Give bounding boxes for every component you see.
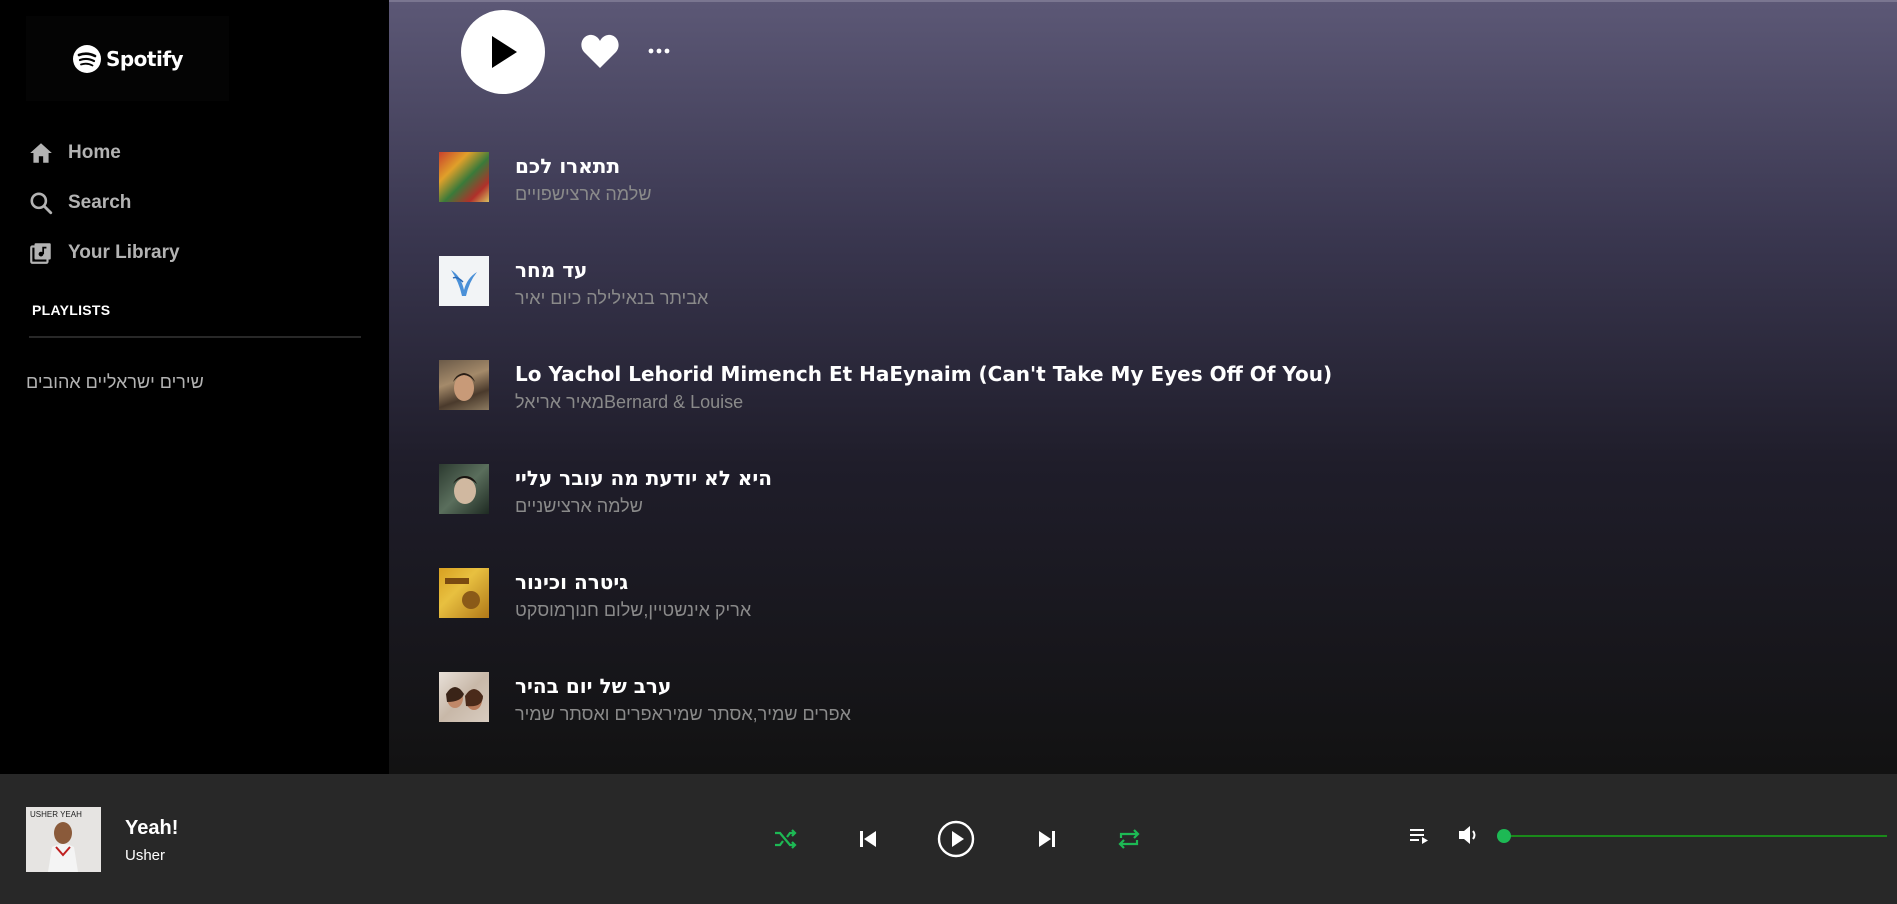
sidebar: Spotify Home Search Your Library PLAYLIS…: [0, 0, 389, 774]
nav-search-label: Search: [68, 192, 132, 213]
play-pause-button[interactable]: [937, 820, 975, 858]
couple-image: [446, 687, 483, 710]
playlists-divider: [29, 336, 361, 338]
track-row[interactable]: היא לא יודעת מה עובר עליי שלמה ארצישניים: [439, 456, 1639, 536]
track-row[interactable]: תתארו לכם שלמה ארצישפויים: [439, 144, 1639, 224]
track-row[interactable]: Lo Yachol Lehorid Mimench Et HaEynaim (C…: [439, 352, 1639, 432]
volume-slider-track[interactable]: [1505, 835, 1887, 837]
bird-image: [451, 270, 477, 296]
track-artist[interactable]: מאיר אריאלBernard & Louise: [515, 392, 743, 413]
track-title: ערב של יום בהיר: [515, 674, 672, 698]
track-artist[interactable]: אפרים שמיר,אסתר שמיראפרים ואסתר שמיר: [515, 704, 851, 725]
queue-icon[interactable]: [1407, 824, 1431, 848]
portrait-image: [453, 476, 477, 504]
previous-icon[interactable]: [857, 828, 879, 850]
track-title: עד מחר: [515, 258, 588, 282]
track-cover: [439, 256, 489, 306]
now-playing-title[interactable]: Yeah!: [125, 817, 178, 840]
main-content: תתארו לכם שלמה ארצישפויים עד מחר אביתר ב…: [389, 0, 1897, 774]
track-cover: [439, 568, 489, 618]
nav-home-label: Home: [68, 142, 121, 163]
track-cover: [439, 360, 489, 410]
more-options-icon[interactable]: [647, 42, 671, 60]
library-icon: [30, 243, 51, 264]
track-title: תתארו לכם: [515, 154, 621, 178]
next-icon[interactable]: [1036, 828, 1058, 850]
album-art-image: [445, 578, 480, 609]
top-border: [389, 0, 1897, 2]
play-icon: [492, 36, 517, 68]
shuffle-icon[interactable]: [772, 826, 798, 852]
track-row[interactable]: גיטרה וכינור אריק אינשטיין,שלום חנוךמוסק…: [439, 560, 1639, 640]
spotify-logo-icon: [72, 44, 101, 73]
home-icon: [30, 143, 52, 163]
track-row[interactable]: עד מחר אביתר בנאילילה כיום יאיר: [439, 248, 1639, 328]
logo-text: Spotify: [105, 46, 184, 71]
track-artist[interactable]: שלמה ארצישניים: [515, 496, 643, 517]
track-cover: [439, 672, 489, 722]
nav-search[interactable]: Search: [28, 178, 180, 228]
track-row[interactable]: ערב של יום בהיר אפרים שמיר,אסתר שמיראפרי…: [439, 664, 1639, 744]
play-playlist-button[interactable]: [461, 10, 545, 94]
playlists-header: PLAYLISTS: [32, 302, 111, 318]
heart-icon[interactable]: [580, 32, 620, 70]
track-artist[interactable]: שלמה ארצישפויים: [515, 184, 652, 205]
nav-library-label: Your Library: [68, 242, 180, 263]
repeat-icon[interactable]: [1116, 826, 1142, 852]
now-playing-cover: USHER YEAH: [26, 807, 101, 872]
now-playing-artist[interactable]: Usher: [125, 847, 165, 864]
main-nav: Home Search Your Library: [28, 128, 180, 278]
nav-home[interactable]: Home: [28, 128, 180, 178]
playlist-item[interactable]: שירים ישראליים אהובים: [26, 372, 204, 393]
volume-icon[interactable]: [1456, 822, 1482, 848]
spotify-logo[interactable]: Spotify: [26, 16, 229, 101]
track-title: היא לא יודעת מה עובר עליי: [515, 466, 772, 490]
volume-slider-handle[interactable]: [1497, 829, 1511, 843]
track-cover: [439, 152, 489, 202]
track-artist[interactable]: אריק אינשטיין,שלום חנוךמוסקט: [515, 600, 751, 621]
search-icon: [30, 192, 53, 215]
nav-library[interactable]: Your Library: [28, 228, 180, 278]
track-title: גיטרה וכינור: [515, 570, 629, 594]
cover-text: USHER YEAH: [30, 810, 82, 819]
track-cover: [439, 464, 489, 514]
track-title: Lo Yachol Lehorid Mimench Et HaEynaim (C…: [515, 362, 1333, 386]
track-artist[interactable]: אביתר בנאילילה כיום יאיר: [515, 288, 708, 309]
portrait-image: [453, 373, 475, 401]
player-bar: USHER YEAH Yeah! Usher: [0, 774, 1897, 904]
